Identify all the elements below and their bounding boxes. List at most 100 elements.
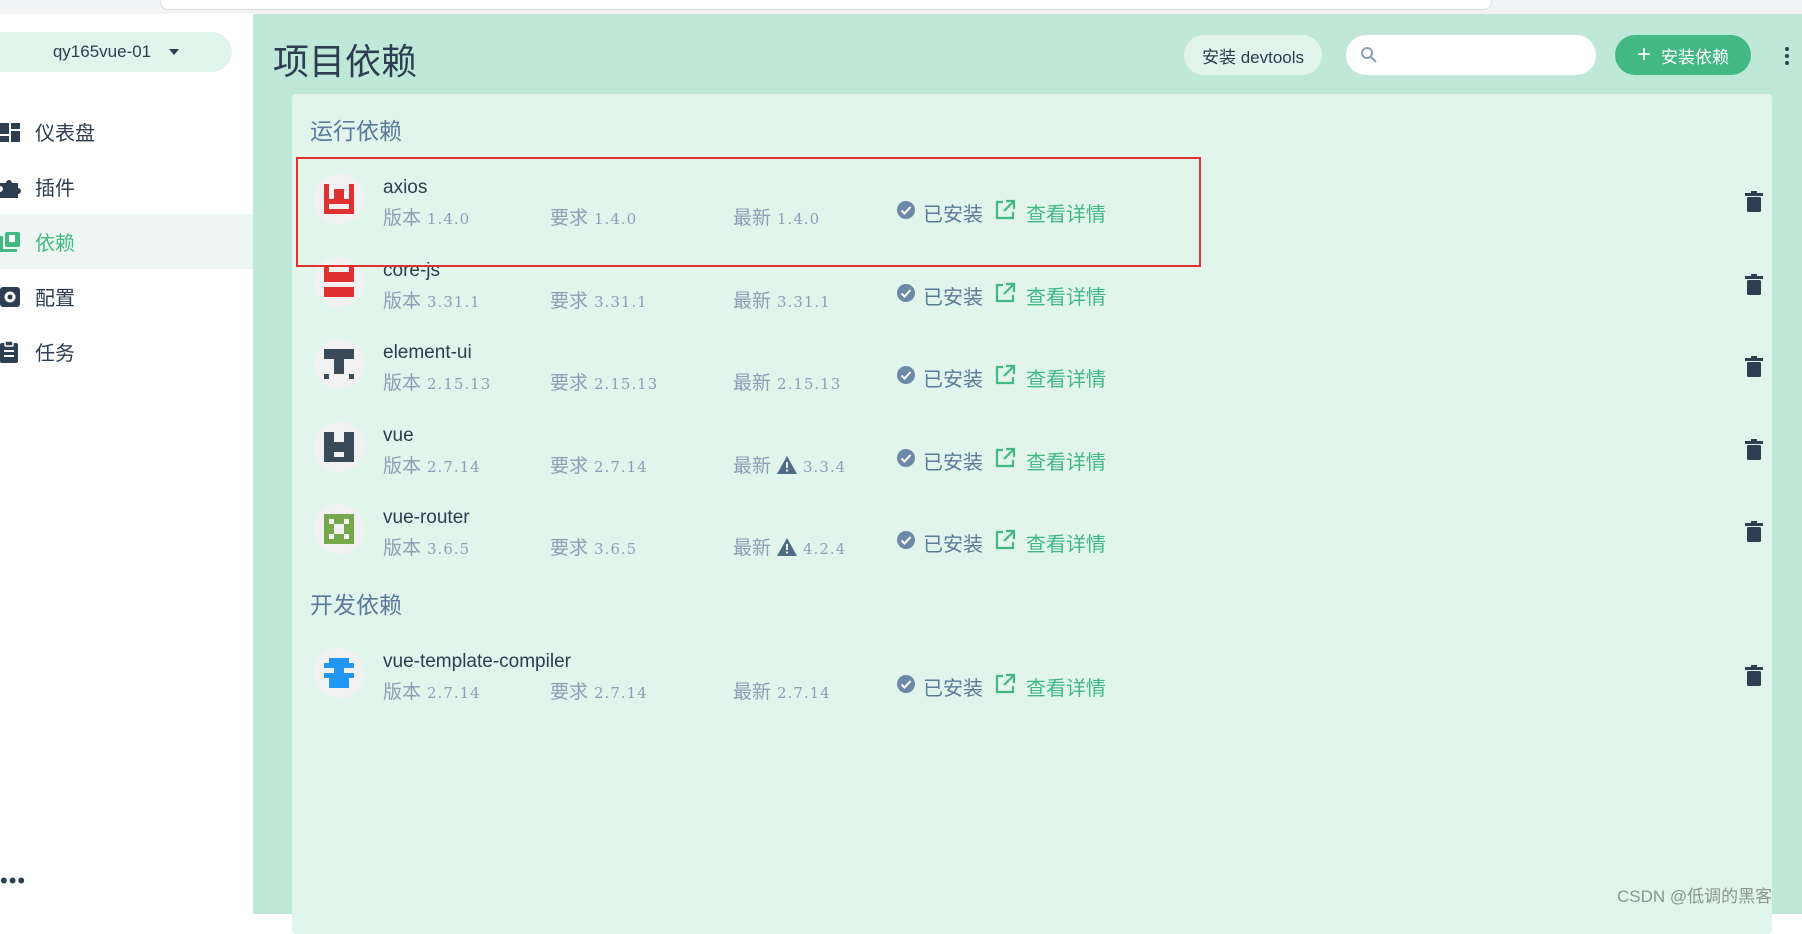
section-title-dev: 开发依赖 xyxy=(310,592,402,618)
latest-value: 3.3.4 xyxy=(803,458,847,476)
latest-value: 3.31.1 xyxy=(777,293,831,311)
version-label: 版本 xyxy=(383,291,422,312)
version-value: 1.4.0 xyxy=(427,210,471,228)
open-in-new-icon xyxy=(994,199,1026,227)
view-details-link[interactable]: 查看详情 xyxy=(994,198,1106,227)
required-info: 要求 1.4.0 xyxy=(550,203,637,230)
package-avatar-icon xyxy=(314,648,364,698)
required-value: 3.6.5 xyxy=(594,540,638,558)
project-selector[interactable]: qy165vue-01 xyxy=(0,32,232,72)
required-value: 2.15.13 xyxy=(594,375,659,393)
required-value: 3.31.1 xyxy=(594,293,648,311)
required-value: 1.4.0 xyxy=(594,210,638,228)
address-bar[interactable] xyxy=(160,0,1492,10)
dependency-row: core-js 版本 3.31.1 要求 3.31.1 最新 3.31.1 已安装 查看详情 xyxy=(292,234,1772,327)
sidebar: qy165vue-01 仪表盘 插件 依赖 配置 任务 ••• xyxy=(0,14,254,914)
latest-value: 2.7.14 xyxy=(777,684,831,702)
package-name: element-ui xyxy=(383,342,472,363)
version-label: 版本 xyxy=(383,208,422,229)
required-label: 要求 xyxy=(550,291,589,312)
latest-info: 最新 2.15.13 xyxy=(733,368,841,395)
version-value: 2.7.14 xyxy=(427,684,481,702)
sidebar-item-label: 依赖 xyxy=(35,233,75,255)
dependency-row: vue-template-compiler 版本 2.7.14 要求 2.7.14 最新 2… xyxy=(292,625,1772,718)
view-details-link[interactable]: 查看详情 xyxy=(994,446,1106,475)
installed-status: 已安装 xyxy=(895,528,983,557)
package-avatar-icon xyxy=(314,422,364,472)
view-details-link[interactable]: 查看详情 xyxy=(994,363,1106,392)
version-info: 版本 3.31.1 xyxy=(383,286,481,313)
required-info: 要求 2.15.13 xyxy=(550,368,658,395)
required-label: 要求 xyxy=(550,208,589,229)
dependency-row: axios 版本 1.4.0 要求 1.4.0 最新 1.4.0 已安装 查看详情 xyxy=(292,151,1772,244)
sidebar-nav: 仪表盘 插件 依赖 配置 任务 xyxy=(0,104,253,379)
view-details-link[interactable]: 查看详情 xyxy=(994,528,1106,557)
latest-value: 4.2.4 xyxy=(803,540,847,558)
installed-status: 已安装 xyxy=(895,446,983,475)
package-name: core-js xyxy=(383,260,441,281)
check-circle-icon xyxy=(895,673,923,701)
package-name: vue-router xyxy=(383,507,470,528)
version-value: 2.15.13 xyxy=(427,375,492,393)
version-label: 版本 xyxy=(383,538,422,559)
installed-label: 已安装 xyxy=(923,369,983,391)
warning-icon xyxy=(777,538,798,562)
required-info: 要求 3.6.5 xyxy=(550,533,637,560)
required-info: 要求 3.31.1 xyxy=(550,286,648,313)
more-vert-icon[interactable] xyxy=(1784,47,1790,65)
install-devtools-button[interactable]: 安装 devtools xyxy=(1184,35,1323,75)
search-input[interactable] xyxy=(1386,45,1596,65)
package-name: vue-template-compiler xyxy=(383,651,571,672)
delete-icon[interactable] xyxy=(1745,439,1763,461)
search-box[interactable] xyxy=(1346,35,1596,75)
sidebar-item-dependencies[interactable]: 依赖 xyxy=(0,214,253,269)
install-dependency-button[interactable]: + 安装依赖 xyxy=(1615,35,1751,75)
latest-info: 最新 4.2.4 xyxy=(733,533,846,562)
open-in-new-icon xyxy=(994,673,1026,701)
latest-label: 最新 xyxy=(733,208,772,229)
view-details-label: 查看详情 xyxy=(1026,204,1106,226)
check-circle-icon xyxy=(895,529,923,557)
delete-icon[interactable] xyxy=(1745,521,1763,543)
delete-icon[interactable] xyxy=(1745,191,1763,213)
view-details-link[interactable]: 查看详情 xyxy=(994,281,1106,310)
dependency-row: vue-router 版本 3.6.5 要求 3.6.5 最新 4.2.4 已安装 查看详情 xyxy=(292,481,1772,574)
latest-value: 2.15.13 xyxy=(777,375,842,393)
version-info: 版本 3.6.5 xyxy=(383,533,470,560)
version-value: 2.7.14 xyxy=(427,458,481,476)
check-circle-icon xyxy=(895,364,923,392)
view-details-label: 查看详情 xyxy=(1026,452,1106,474)
version-info: 版本 2.15.13 xyxy=(383,368,491,395)
open-in-new-icon xyxy=(994,282,1026,310)
sidebar-item-dashboard[interactable]: 仪表盘 xyxy=(0,104,253,159)
sidebar-item-config[interactable]: 配置 xyxy=(0,269,253,324)
view-details-link[interactable]: 查看详情 xyxy=(994,672,1106,701)
latest-value: 1.4.0 xyxy=(777,210,821,228)
installed-label: 已安装 xyxy=(923,534,983,556)
latest-label: 最新 xyxy=(733,291,772,312)
sidebar-item-label: 任务 xyxy=(35,343,75,365)
plus-icon: + xyxy=(1636,41,1651,68)
sidebar-item-plugins[interactable]: 插件 xyxy=(0,159,253,214)
package-avatar-icon xyxy=(314,174,364,224)
open-in-new-icon xyxy=(994,529,1026,557)
delete-icon[interactable] xyxy=(1745,665,1763,687)
latest-info: 最新 2.7.14 xyxy=(733,677,831,704)
delete-icon[interactable] xyxy=(1745,356,1763,378)
sidebar-item-tasks[interactable]: 任务 xyxy=(0,324,253,379)
check-circle-icon xyxy=(895,199,923,227)
main-content: 项目依赖 安装 devtools + 安装依赖 运行依赖 axios 版本 1.4.… xyxy=(253,14,1802,934)
library-icon xyxy=(0,230,24,254)
section-title-runtime: 运行依赖 xyxy=(310,118,402,144)
delete-icon[interactable] xyxy=(1745,274,1763,296)
version-label: 版本 xyxy=(383,682,422,703)
latest-label: 最新 xyxy=(733,373,772,394)
install-dependency-label: 安装依赖 xyxy=(1661,47,1729,67)
sidebar-item-label: 仪表盘 xyxy=(35,123,95,145)
check-circle-icon xyxy=(895,282,923,310)
watermark: CSDN @低调的黑客 xyxy=(1617,887,1773,906)
more-menu-icon[interactable]: ••• xyxy=(0,870,26,892)
installed-label: 已安装 xyxy=(923,452,983,474)
view-details-label: 查看详情 xyxy=(1026,534,1106,556)
browser-top-strip xyxy=(0,0,1802,15)
